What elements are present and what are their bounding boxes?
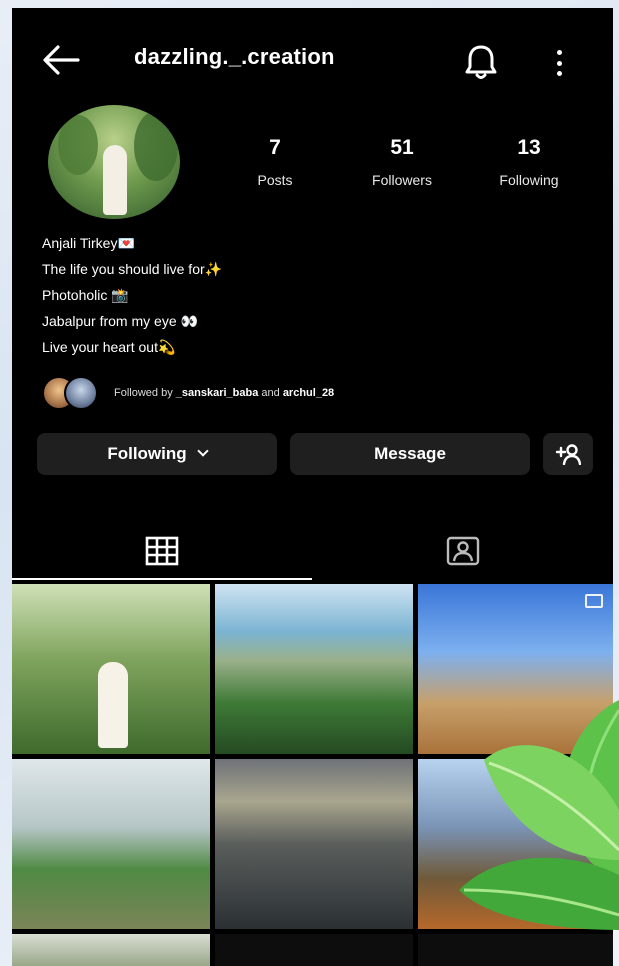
multiple-photos-icon <box>585 594 603 608</box>
decorative-leaf <box>459 700 619 930</box>
more-vertical-icon[interactable] <box>548 46 570 80</box>
stat-following[interactable]: 13 Following <box>484 136 574 188</box>
followed-by-text: Followed by _sanskari_baba and archul_28 <box>114 387 335 399</box>
bio-line: Photoholic 📸 <box>42 287 129 303</box>
bio-line: Anjali Tirkey💌 <box>42 235 135 251</box>
bio-line: Live your heart out💫 <box>42 339 176 355</box>
post-thumbnail <box>215 934 413 966</box>
profile-username: dazzling._.creation <box>134 44 335 69</box>
profile-tabs <box>12 521 613 581</box>
bio-line: The life you should live for✨ <box>42 261 223 277</box>
following-label: Following <box>499 172 559 188</box>
following-button[interactable]: Following <box>37 433 277 475</box>
profile-header: dazzling._.creation <box>12 8 613 108</box>
message-button[interactable]: Message <box>290 433 530 475</box>
posts-count: 7 <box>269 136 281 159</box>
following-count: 13 <box>517 136 541 159</box>
tab-grid[interactable] <box>12 521 312 581</box>
post-thumbnail <box>418 934 613 966</box>
bio-line: Jabalpur from my eye 👀 <box>42 313 198 329</box>
post-thumbnail[interactable] <box>12 759 210 929</box>
stat-posts[interactable]: 7 Posts <box>240 136 310 188</box>
following-button-label: Following <box>107 444 187 463</box>
follower-avatar <box>64 376 98 410</box>
followers-count: 51 <box>390 136 414 159</box>
profile-bio: Anjali Tirkey💌 The life you should live … <box>42 230 222 360</box>
post-thumbnail[interactable] <box>12 934 210 966</box>
stat-followers[interactable]: 51 Followers <box>357 136 447 188</box>
post-thumbnail[interactable] <box>215 584 413 754</box>
follower-link[interactable]: archul_28 <box>283 387 334 399</box>
post-thumbnail[interactable] <box>12 584 210 754</box>
follower-link[interactable]: _sanskari_baba <box>176 387 259 399</box>
bell-icon[interactable] <box>462 42 500 82</box>
chevron-down-icon <box>196 445 209 457</box>
active-tab-indicator <box>12 578 312 580</box>
arrow-left-icon[interactable] <box>40 42 82 78</box>
post-thumbnail[interactable] <box>215 759 413 929</box>
tagged-person-icon <box>446 536 479 566</box>
profile-avatar[interactable] <box>48 105 180 219</box>
add-person-icon <box>555 444 581 465</box>
tab-tagged[interactable] <box>312 521 613 581</box>
add-user-button[interactable] <box>543 433 593 475</box>
followers-label: Followers <box>372 172 432 188</box>
message-button-label: Message <box>374 444 446 463</box>
grid-icon <box>145 536 179 566</box>
followed-by[interactable]: Followed by _sanskari_baba and archul_28 <box>42 375 334 411</box>
posts-label: Posts <box>257 172 293 188</box>
